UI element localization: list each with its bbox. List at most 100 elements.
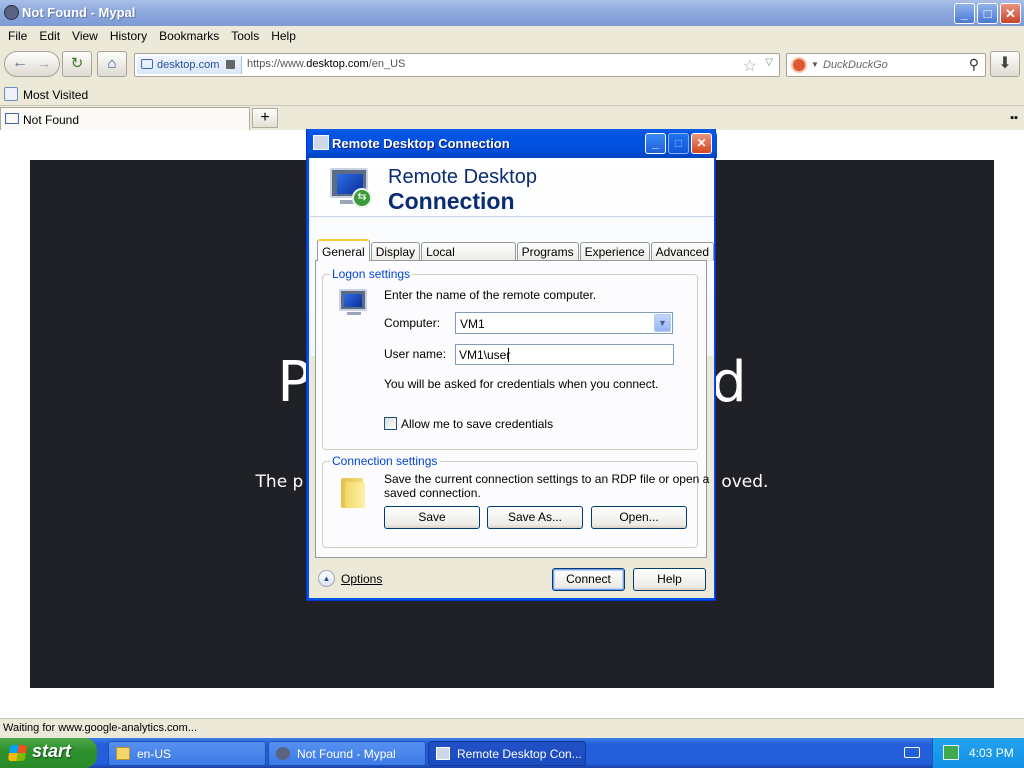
search-placeholder: DuckDuckGo	[823, 59, 888, 71]
options-link[interactable]: Options	[341, 572, 382, 586]
tab-not-found[interactable]: Not Found	[0, 107, 250, 130]
reload-button[interactable]: ↻	[62, 51, 92, 77]
most-visited-icon	[4, 87, 18, 101]
tab-programs[interactable]: Programs	[516, 242, 579, 261]
task-label: Not Found - Mypal	[297, 747, 396, 761]
menu-view[interactable]: View	[66, 26, 104, 46]
search-icon[interactable]: ⚲	[969, 56, 979, 73]
remote-desktop-icon	[436, 747, 450, 760]
computer-icon	[339, 289, 369, 317]
banner-title-line2: Connection	[388, 188, 515, 214]
tab-display[interactable]: Display	[370, 242, 421, 261]
site-icon	[141, 59, 153, 69]
dialog-minimize-button[interactable]: _	[645, 133, 666, 154]
forward-icon[interactable]: →	[37, 55, 51, 71]
general-tab-panel: Logon settings Enter the name of the rem…	[315, 260, 709, 558]
menu-tools[interactable]: Tools	[225, 26, 265, 46]
computer-label: Computer:	[384, 316, 441, 330]
dialog-close-button[interactable]: ✕	[691, 133, 712, 154]
save-credentials-checkbox[interactable]	[384, 417, 397, 430]
connection-text-line2: saved connection.	[384, 486, 481, 500]
task-remote-desktop[interactable]: Remote Desktop Con...	[428, 741, 586, 766]
tab-title: Not Found	[23, 113, 80, 127]
url-bar[interactable]: desktop.com https://www.desktop.com/en_U…	[134, 53, 780, 77]
task-en-us[interactable]: en-US	[108, 741, 266, 766]
lock-icon	[226, 60, 236, 69]
banner-title-line1: Remote Desktop	[388, 166, 537, 188]
chevron-down-icon[interactable]: ▼	[654, 314, 671, 332]
logon-settings-group: Logon settings Enter the name of the rem…	[322, 267, 698, 450]
menu-file[interactable]: File	[2, 26, 33, 46]
list-all-tabs-icon[interactable]: ▪▪	[1010, 112, 1018, 124]
options-expand-icon[interactable]: ▲	[318, 570, 335, 587]
tab-experience[interactable]: Experience	[579, 242, 650, 261]
taskbar: start en-US Not Found - Mypal Remote Des…	[0, 738, 1024, 768]
dialog-tabs: General Display Local Resources Programs…	[317, 239, 715, 273]
identity-label: desktop.com	[157, 59, 220, 71]
url-path: /en_US	[368, 58, 406, 70]
banner-divider	[310, 216, 714, 217]
start-button[interactable]: start	[0, 738, 97, 768]
url-text[interactable]: https://www.desktop.com/en_US	[247, 58, 405, 70]
connect-button[interactable]: Connect	[552, 568, 625, 591]
minimize-button[interactable]: _	[954, 3, 975, 24]
maximize-button[interactable]: □	[977, 3, 998, 24]
bookmark-star-icon[interactable]: ☆	[743, 56, 757, 76]
bookmarks-toolbar: Most Visited	[0, 84, 1024, 106]
system-tray: 4:03 PM	[932, 738, 1024, 768]
task-label: en-US	[137, 747, 172, 761]
menu-bookmarks[interactable]: Bookmarks	[153, 26, 225, 46]
new-tab-button[interactable]: +	[252, 108, 278, 128]
bookmark-most-visited[interactable]: Most Visited	[23, 88, 88, 102]
page-subtext-left: The p	[255, 472, 304, 492]
folder-icon	[341, 478, 365, 508]
back-forward-group: ← →	[4, 51, 60, 77]
network-icon[interactable]	[943, 745, 959, 760]
tab-local-resources[interactable]: Local Resources	[421, 242, 516, 273]
remote-desktop-icon	[313, 135, 329, 150]
keyboard-icon[interactable]	[904, 747, 920, 758]
search-engine-dropdown-icon[interactable]: ▼	[811, 60, 819, 69]
menu-edit[interactable]: Edit	[33, 26, 66, 46]
remote-desktop-monitor-icon: ⇆	[328, 166, 376, 208]
computer-combobox[interactable]: VM1 ▼	[455, 312, 673, 334]
folder-icon	[116, 747, 130, 760]
logon-settings-title: Logon settings	[330, 267, 413, 281]
status-bar: Waiting for www.google-analytics.com...	[0, 718, 1024, 738]
menu-history[interactable]: History	[104, 26, 153, 46]
save-button[interactable]: Save	[384, 506, 480, 529]
clock[interactable]: 4:03 PM	[969, 746, 1014, 760]
url-prefix: https://www.	[247, 58, 307, 70]
open-button[interactable]: Open...	[591, 506, 687, 529]
page-icon	[5, 113, 19, 124]
back-icon[interactable]: ←	[12, 54, 28, 72]
text-caret	[508, 348, 509, 362]
page-heading-right: d	[711, 350, 747, 415]
status-text: Waiting for www.google-analytics.com...	[3, 722, 197, 734]
url-history-dropdown-icon[interactable]: ▽	[765, 57, 773, 68]
save-as-button[interactable]: Save As...	[487, 506, 583, 529]
user-name-input[interactable]: VM1\user	[455, 344, 674, 365]
menu-help[interactable]: Help	[265, 26, 302, 46]
tab-advanced[interactable]: Advanced	[650, 242, 714, 261]
tab-general[interactable]: General	[317, 239, 370, 261]
windows-flag-icon	[7, 745, 28, 761]
duckduckgo-icon[interactable]	[791, 57, 807, 73]
home-button[interactable]: ⌂	[97, 51, 127, 77]
close-button[interactable]: ✕	[1000, 3, 1021, 24]
help-button[interactable]: Help	[633, 568, 706, 591]
task-mypal[interactable]: Not Found - Mypal	[268, 741, 426, 766]
search-bar[interactable]: ▼ DuckDuckGo ⚲	[786, 53, 986, 77]
computer-value: VM1	[460, 317, 485, 331]
site-identity-button[interactable]: desktop.com	[137, 56, 243, 74]
downloads-button[interactable]: ⬇	[990, 51, 1020, 77]
tab-strip: Not Found + ▪▪	[0, 106, 1024, 130]
save-credentials-label[interactable]: Allow me to save credentials	[401, 417, 553, 431]
remote-desktop-dialog: Remote Desktop Connection _ □ ✕ ⇆ Remote…	[306, 129, 717, 601]
browser-title-bar[interactable]: Not Found - Mypal _ □ ✕	[0, 0, 1024, 26]
menu-bar: File Edit View History Bookmarks Tools H…	[0, 26, 1024, 46]
dialog-title-bar[interactable]: Remote Desktop Connection _ □ ✕	[307, 129, 717, 158]
task-label: Remote Desktop Con...	[457, 747, 582, 761]
page-subtext-right: oved.	[721, 472, 769, 492]
url-host: desktop.com	[306, 58, 369, 70]
